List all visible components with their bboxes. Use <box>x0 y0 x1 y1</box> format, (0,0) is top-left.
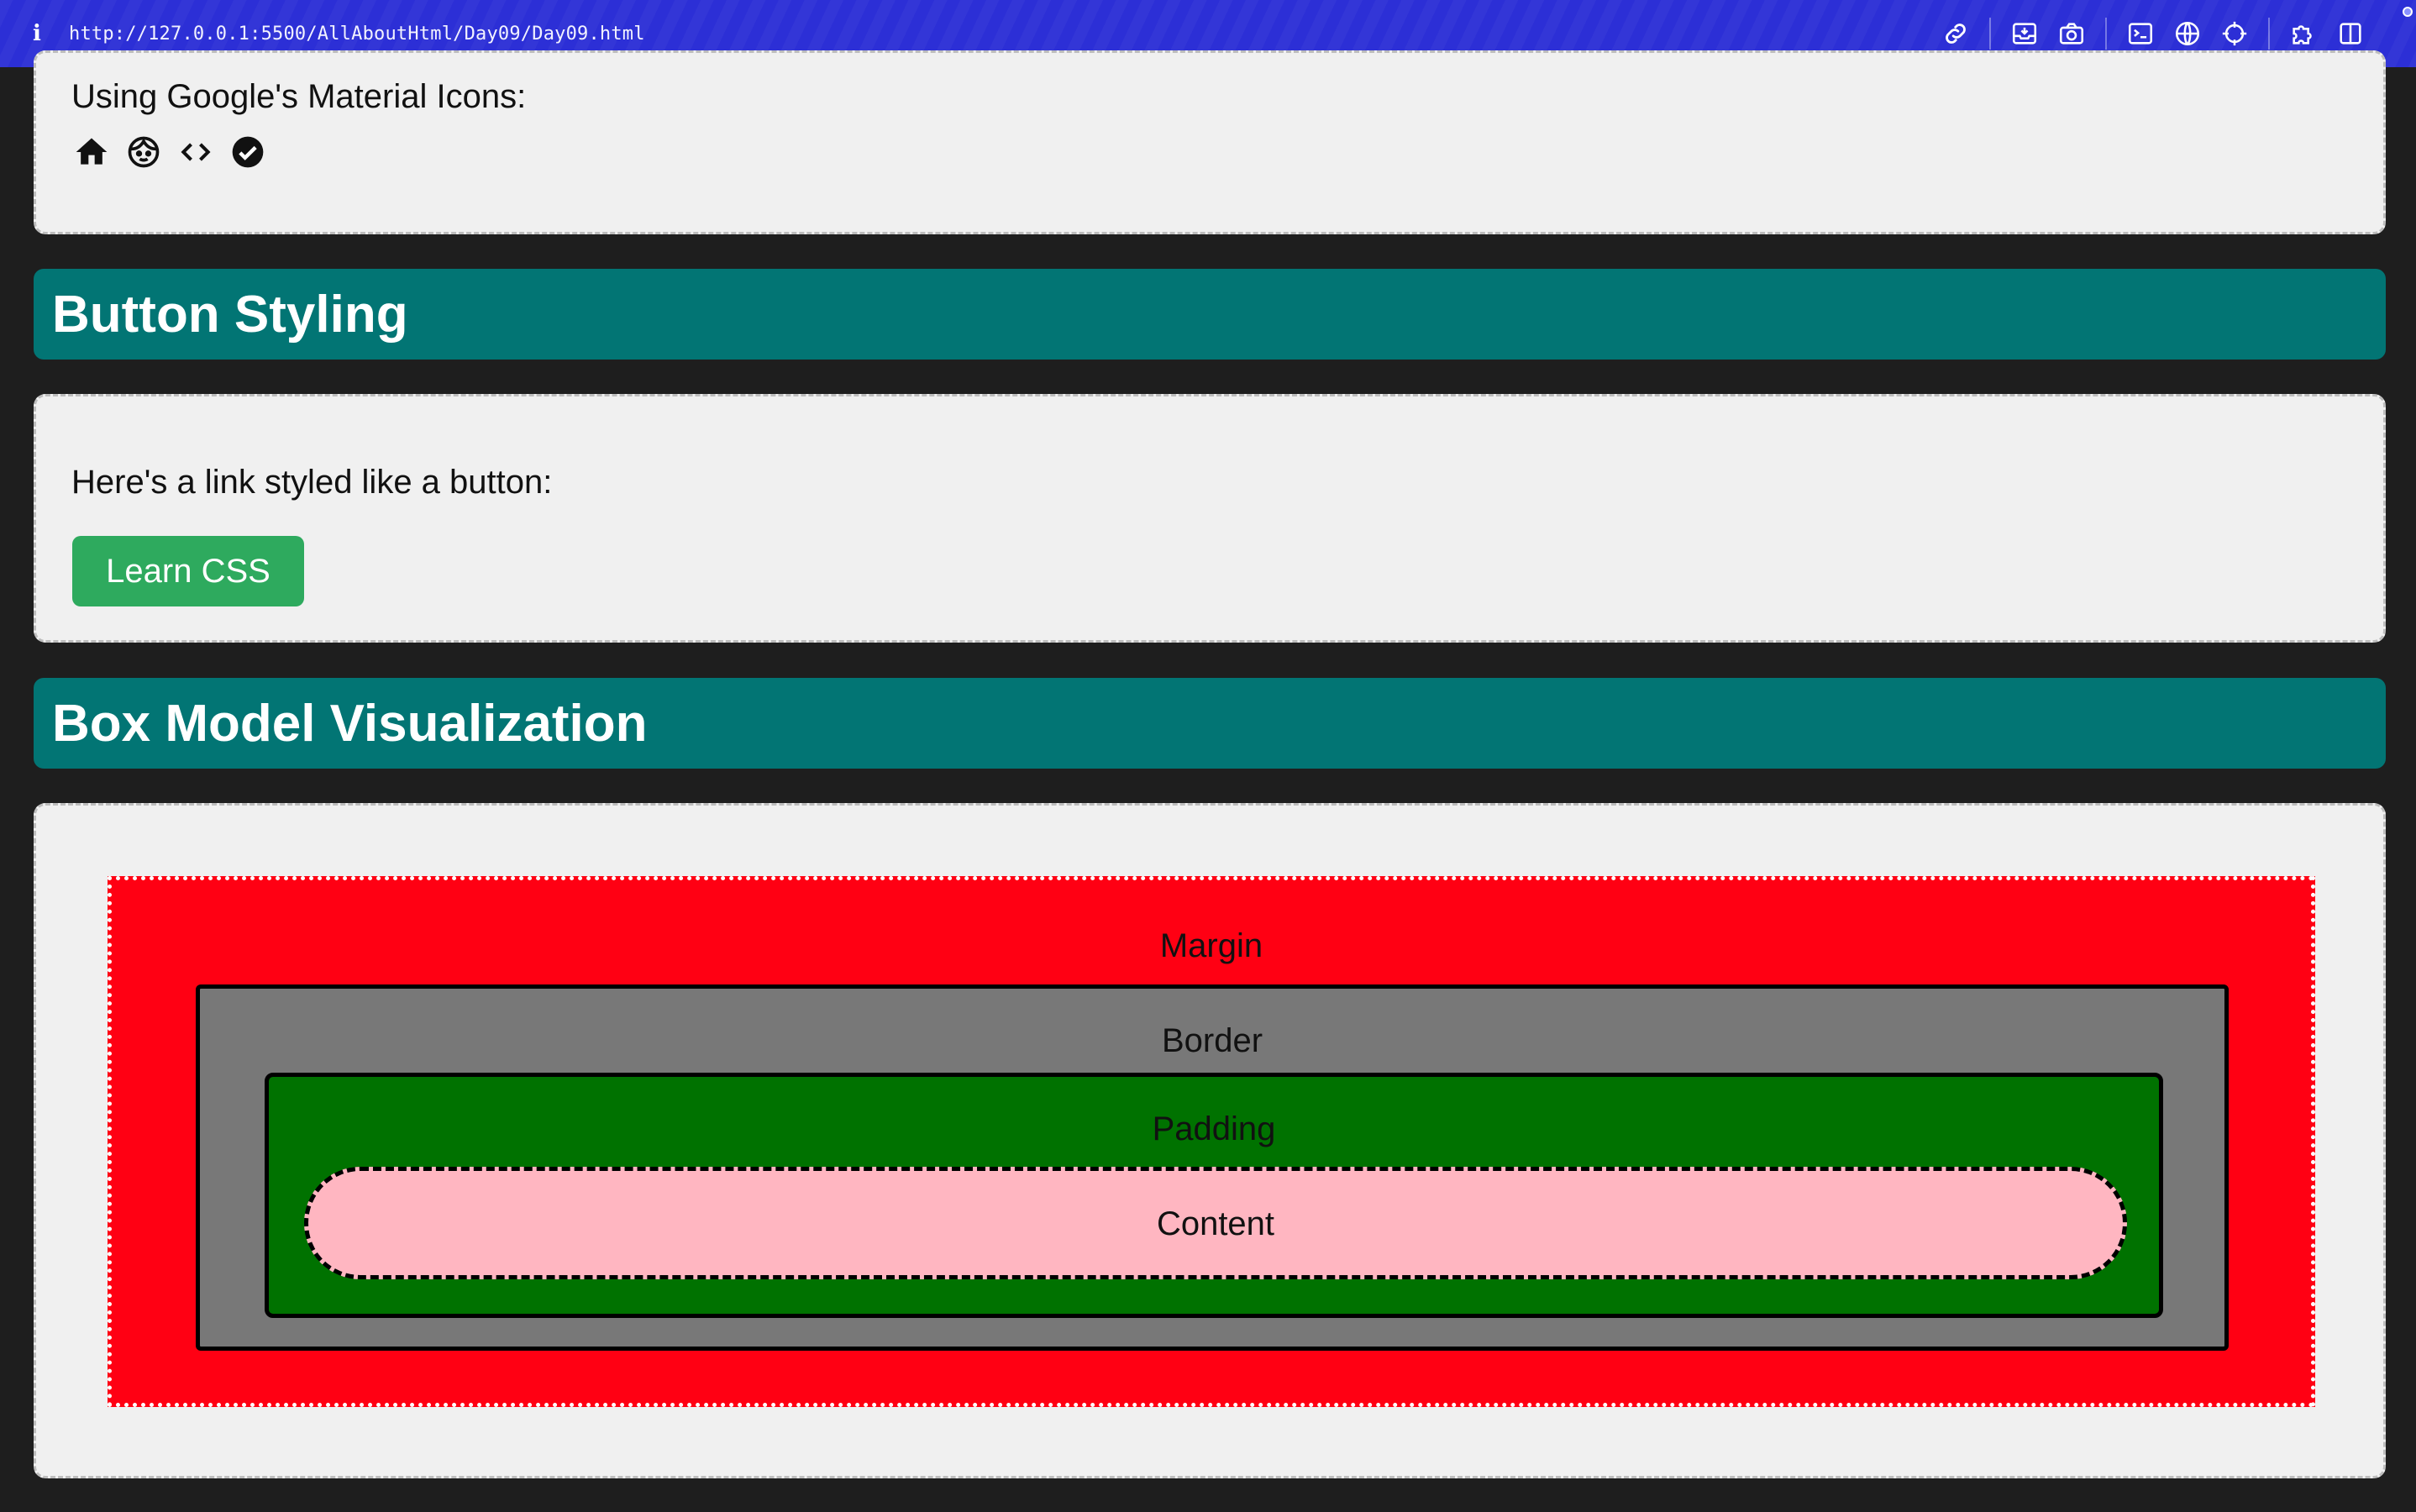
toolbar-divider <box>2105 18 2107 50</box>
box-model-margin: Margin Border Padding Content <box>108 876 2315 1407</box>
padding-label: Padding <box>1152 1110 1276 1147</box>
url-bar[interactable]: http://127.0.0.1:5500/AllAboutHtml/Day09… <box>69 24 645 45</box>
code-icon <box>177 134 214 171</box>
learn-css-button[interactable]: Learn CSS <box>72 536 304 606</box>
margin-label: Margin <box>1159 927 1263 964</box>
notification-dot <box>2403 7 2413 17</box>
page-content: Using Google's Material Icons: Button St… <box>0 50 2416 1512</box>
border-label: Border <box>1161 1022 1263 1059</box>
info-icon[interactable]: i <box>20 21 54 46</box>
box-model-padding: Padding Content <box>265 1073 2163 1318</box>
toolbar-divider <box>2268 18 2270 50</box>
button-styling-heading: Button Styling <box>34 269 2386 360</box>
content-label: Content <box>1156 1205 1275 1242</box>
icons-label: Using Google's Material Icons: <box>71 78 527 115</box>
check-circle-icon <box>229 134 266 171</box>
icons-card: Using Google's Material Icons: <box>34 50 2386 234</box>
box-model-card: Margin Border Padding Content <box>34 803 2386 1478</box>
box-model-border: Border Padding Content <box>196 984 2229 1351</box>
button-card: Here's a link styled like a button: Lear… <box>34 394 2386 643</box>
box-model-heading: Box Model Visualization <box>34 678 2386 769</box>
box-model-content: Content <box>304 1167 2127 1279</box>
face-icon <box>125 134 162 171</box>
button-label: Here's a link styled like a button: <box>71 464 553 501</box>
home-icon <box>73 134 110 171</box>
toolbar-divider <box>1989 18 1991 50</box>
material-icons-row <box>73 134 266 171</box>
